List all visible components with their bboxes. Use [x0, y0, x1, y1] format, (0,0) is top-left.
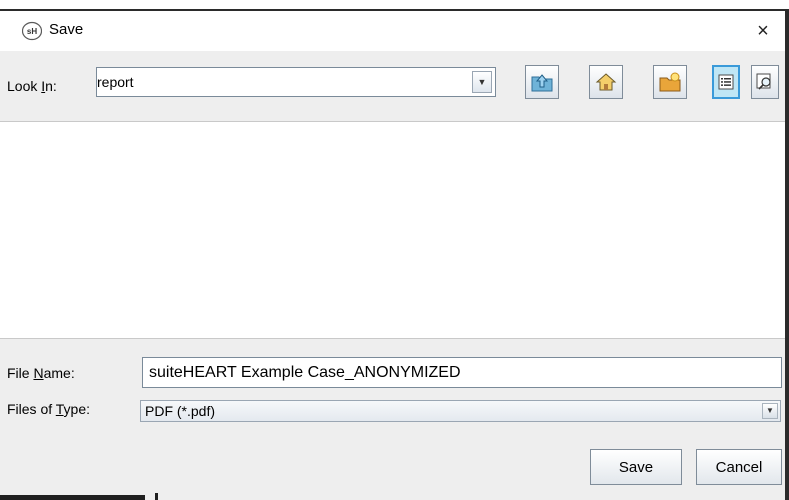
app-icon-text: sH — [27, 27, 37, 36]
window-title: Save — [49, 21, 84, 38]
file-type-dropdown[interactable]: PDF (*.pdf) ▼ — [140, 400, 781, 422]
look-in-dropdown[interactable]: report ▼ — [96, 67, 496, 97]
new-folder-icon — [659, 72, 681, 92]
file-list[interactable] — [0, 121, 785, 339]
file-type-value: PDF (*.pdf) — [145, 403, 216, 419]
dialog-border-right — [785, 9, 789, 500]
file-name-label: File Name: — [7, 365, 75, 381]
list-view-button[interactable] — [712, 65, 740, 99]
details-view-button[interactable] — [751, 65, 779, 99]
details-view-icon — [756, 73, 771, 90]
file-name-input[interactable] — [142, 357, 782, 388]
chevron-down-icon[interactable]: ▼ — [472, 71, 492, 93]
look-in-value: report — [97, 74, 134, 90]
app-icon: sH — [22, 21, 42, 41]
list-view-icon — [718, 74, 734, 90]
chevron-down-icon[interactable]: ▼ — [762, 403, 778, 419]
background-window-sliver — [155, 493, 158, 500]
look-in-label: Look In: — [7, 78, 57, 94]
background-window-strip — [0, 0, 789, 9]
new-folder-button[interactable] — [653, 65, 687, 99]
up-one-level-button[interactable] — [525, 65, 559, 99]
up-one-level-icon — [531, 74, 553, 92]
background-window-sliver — [0, 495, 145, 500]
title-bar[interactable]: sH Save × — [0, 11, 785, 51]
dialog-panel: Look In: report ▼ File Name: suiteHEART … — [0, 51, 785, 500]
home-button[interactable] — [589, 65, 623, 99]
cancel-button[interactable]: Cancel — [696, 449, 782, 485]
close-button[interactable]: × — [745, 15, 781, 47]
home-icon — [595, 73, 617, 91]
save-button[interactable]: Save — [590, 449, 682, 485]
files-of-type-label: Files of Type: — [7, 401, 91, 417]
